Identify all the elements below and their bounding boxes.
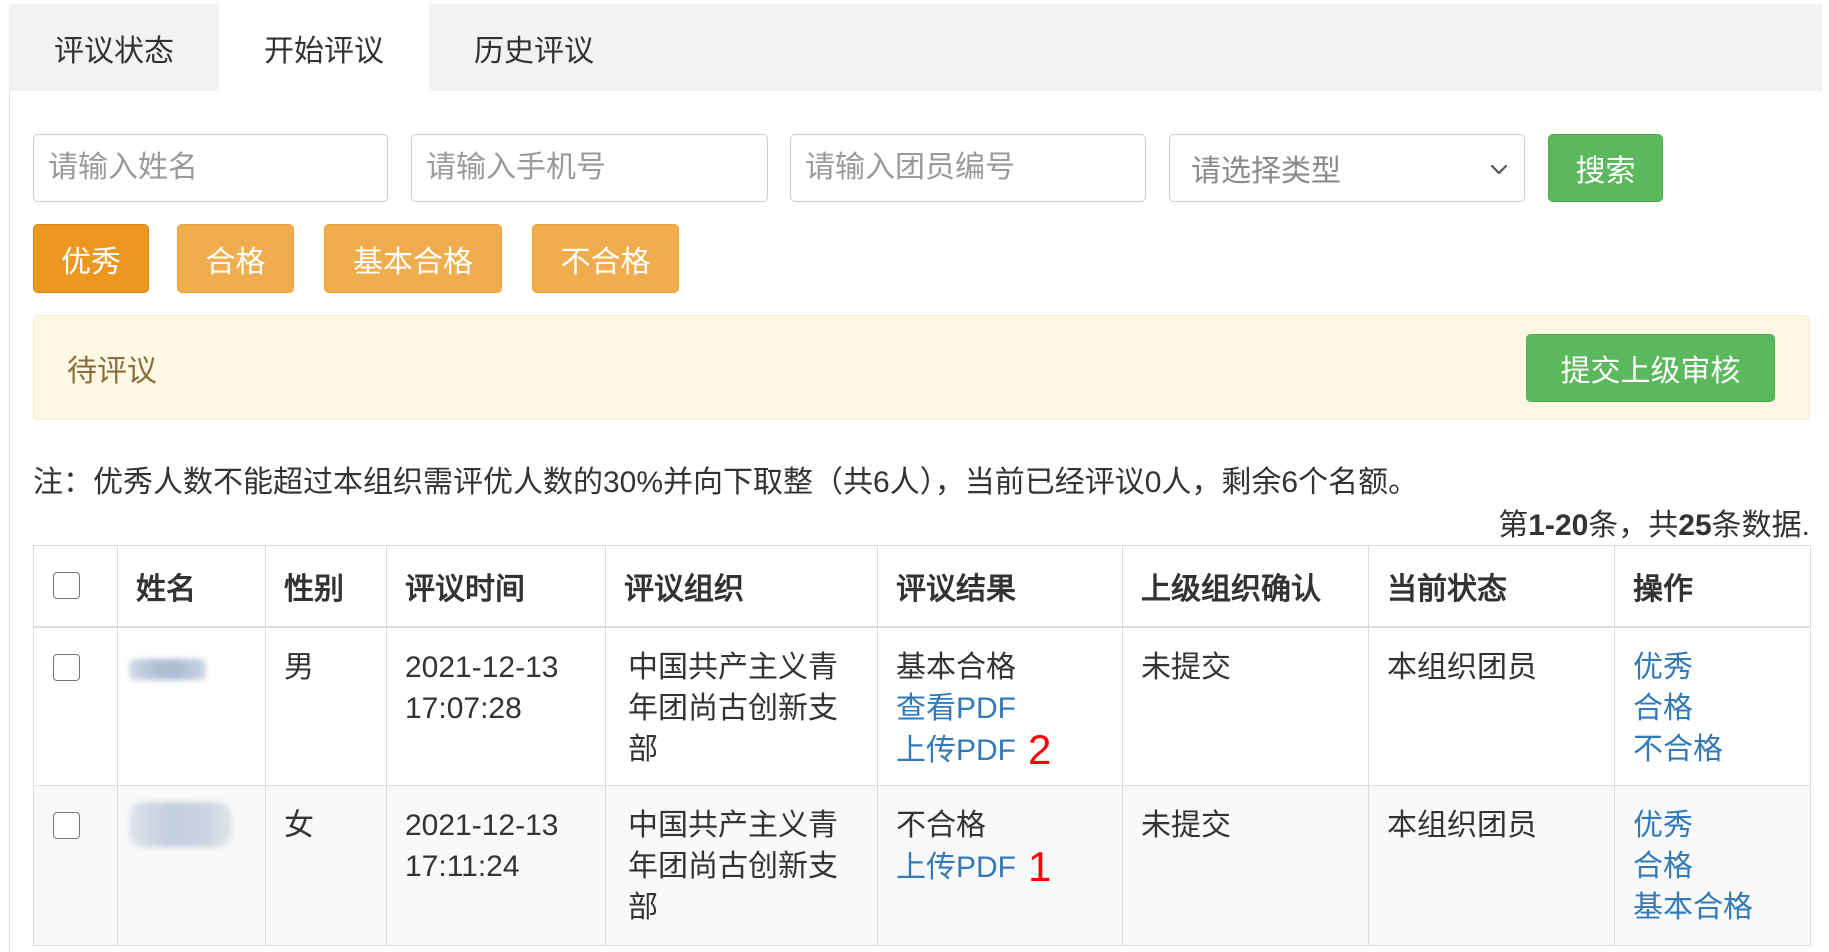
sex-cell: 男 bbox=[265, 626, 387, 786]
tab-bar: 评议状态 开始评议 历史评议 bbox=[9, 4, 1822, 91]
name-redacted bbox=[129, 658, 206, 680]
summary-total: 25 bbox=[1678, 509, 1712, 542]
type-select-value: 请选择类型 bbox=[1191, 155, 1341, 188]
search-button[interactable]: 搜索 bbox=[1548, 134, 1663, 202]
superior-confirm-cell: 未提交 bbox=[1122, 626, 1369, 786]
annotation-number: 2 bbox=[1028, 725, 1052, 773]
header-sex: 性别 bbox=[265, 545, 387, 628]
action-basically-qualified-link[interactable]: 基本合格 bbox=[1633, 887, 1792, 928]
header-name: 姓名 bbox=[117, 545, 266, 628]
member-number-search-input[interactable] bbox=[790, 134, 1146, 202]
result-text: 基本合格 bbox=[896, 650, 1016, 684]
review-time-cell: 2021-12-13 17:11:24 bbox=[386, 785, 606, 946]
select-all-cell bbox=[33, 545, 118, 628]
pending-review-alert: 待评议 提交上级审核 bbox=[33, 315, 1810, 420]
table-row: 女 2021-12-13 17:11:24 中国共产主义青年团尚古创新支部 不合… bbox=[33, 785, 1811, 946]
review-time-cell: 2021-12-13 17:07:28 bbox=[386, 626, 606, 786]
row-select-cell bbox=[33, 785, 118, 946]
quota-note: 注：优秀人数不能超过本组织需评优人数的30%并向下取整（共6人），当前已经评议0… bbox=[33, 466, 1419, 499]
action-excellent-link[interactable]: 优秀 bbox=[1633, 647, 1792, 688]
rate-basically-qualified-button[interactable]: 基本合格 bbox=[324, 224, 502, 293]
name-redacted bbox=[129, 802, 232, 847]
pagination-summary: 第1-20条，共25条数据. bbox=[1498, 509, 1810, 543]
header-actions: 操作 bbox=[1614, 545, 1811, 628]
header-organization: 评议组织 bbox=[605, 545, 878, 628]
summary-middle: 条，共 bbox=[1588, 509, 1679, 542]
row-checkbox[interactable] bbox=[53, 653, 80, 681]
organization-cell: 中国共产主义青年团尚古创新支部 bbox=[605, 626, 878, 786]
name-search-input[interactable] bbox=[33, 134, 388, 202]
status-cell: 本组织团员 bbox=[1368, 626, 1615, 786]
table-row: 男 2021-12-13 17:07:28 中国共产主义青年团尚古创新支部 基本… bbox=[33, 626, 1811, 786]
chevron-down-icon bbox=[1490, 164, 1508, 175]
phone-search-input[interactable] bbox=[411, 134, 768, 202]
tab-review-history[interactable]: 历史评议 bbox=[429, 4, 639, 91]
action-qualified-link[interactable]: 合格 bbox=[1633, 688, 1792, 729]
actions-cell: 优秀 合格 不合格 bbox=[1614, 626, 1811, 786]
action-unqualified-link[interactable]: 不合格 bbox=[1633, 729, 1792, 770]
result-cell: 不合格 上传PDF 1 bbox=[877, 785, 1123, 946]
result-cell: 基本合格 查看PDF 上传PDF 2 bbox=[877, 626, 1123, 786]
panel-border bbox=[9, 91, 10, 952]
rate-qualified-button[interactable]: 合格 bbox=[177, 224, 294, 293]
annotation-number: 1 bbox=[1028, 843, 1052, 890]
superior-confirm-cell: 未提交 bbox=[1122, 785, 1369, 946]
upload-pdf-link[interactable]: 上传PDF bbox=[896, 851, 1016, 884]
select-all-checkbox[interactable] bbox=[53, 572, 80, 600]
rate-excellent-button[interactable]: 优秀 bbox=[33, 224, 149, 293]
review-table: 姓名 性别 评议时间 评议组织 评议结果 上级组织确认 当前状态 操作 男 20… bbox=[33, 545, 1811, 946]
name-cell bbox=[117, 785, 266, 946]
upload-pdf-link[interactable]: 上传PDF bbox=[896, 734, 1016, 767]
action-qualified-link[interactable]: 合格 bbox=[1633, 846, 1792, 887]
header-review-time: 评议时间 bbox=[386, 545, 606, 628]
actions-cell: 优秀 合格 基本合格 bbox=[1614, 785, 1811, 946]
name-cell bbox=[117, 626, 266, 786]
tab-start-review[interactable]: 开始评议 bbox=[219, 4, 429, 91]
header-superior-confirm: 上级组织确认 bbox=[1122, 545, 1369, 628]
rate-unqualified-button[interactable]: 不合格 bbox=[532, 224, 679, 293]
view-pdf-link[interactable]: 查看PDF bbox=[896, 688, 1104, 729]
table-header-row: 姓名 性别 评议时间 评议组织 评议结果 上级组织确认 当前状态 操作 bbox=[33, 545, 1811, 628]
sex-cell: 女 bbox=[265, 785, 387, 946]
upload-pdf-line: 上传PDF 1 bbox=[896, 846, 1104, 888]
status-cell: 本组织团员 bbox=[1368, 785, 1615, 946]
row-select-cell bbox=[33, 626, 118, 786]
organization-cell: 中国共产主义青年团尚古创新支部 bbox=[605, 785, 878, 946]
tab-review-status[interactable]: 评议状态 bbox=[9, 4, 219, 91]
action-excellent-link[interactable]: 优秀 bbox=[1633, 805, 1792, 846]
result-text: 不合格 bbox=[896, 809, 986, 842]
alert-text: 待评议 bbox=[67, 354, 157, 388]
header-result: 评议结果 bbox=[877, 545, 1123, 628]
summary-suffix: 条数据. bbox=[1711, 509, 1810, 542]
upload-pdf-line: 上传PDF 2 bbox=[896, 725, 1104, 773]
summary-prefix: 第 bbox=[1498, 509, 1529, 542]
submit-to-superior-button[interactable]: 提交上级审核 bbox=[1526, 334, 1775, 402]
row-checkbox[interactable] bbox=[53, 812, 80, 839]
type-select[interactable]: 请选择类型 bbox=[1169, 134, 1525, 202]
summary-range: 1-20 bbox=[1528, 509, 1589, 542]
header-status: 当前状态 bbox=[1368, 545, 1615, 628]
